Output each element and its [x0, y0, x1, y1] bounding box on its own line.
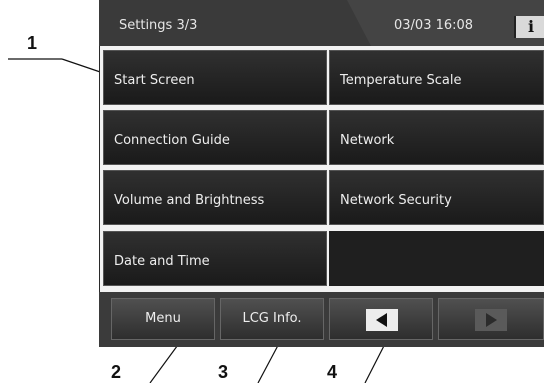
- start-screen-label: Start Screen: [114, 73, 195, 88]
- previous-page-button[interactable]: [329, 298, 433, 340]
- device-screen: Settings 3/3 03/03 16:08 i Start Screen …: [99, 0, 544, 347]
- volume-brightness-label: Volume and Brightness: [114, 193, 265, 208]
- datetime-display: 03/03 16:08: [394, 18, 474, 33]
- info-button[interactable]: i: [514, 16, 544, 38]
- empty-grid-cell: [329, 231, 544, 286]
- page-title: Settings 3/3: [119, 18, 198, 33]
- callout-number-4: 4: [327, 362, 338, 382]
- network-label: Network: [340, 133, 395, 148]
- temperature-scale-label: Temperature Scale: [340, 73, 462, 88]
- callout-number-3: 3: [218, 362, 229, 382]
- triangle-left-icon: [366, 309, 398, 331]
- connection-guide-button[interactable]: Connection Guide: [103, 110, 327, 165]
- callout-number-2: 2: [111, 362, 122, 382]
- network-button[interactable]: Network: [329, 110, 544, 165]
- next-page-button[interactable]: [438, 298, 544, 340]
- connection-guide-label: Connection Guide: [114, 133, 230, 148]
- volume-brightness-button[interactable]: Volume and Brightness: [103, 170, 327, 225]
- bottom-toolbar: Menu LCG Info.: [99, 292, 544, 347]
- menu-button[interactable]: Menu: [111, 298, 215, 340]
- temperature-scale-button[interactable]: Temperature Scale: [329, 50, 544, 105]
- callout-number-1: 1: [27, 33, 38, 53]
- date-time-button[interactable]: Date and Time: [103, 231, 327, 286]
- start-screen-button[interactable]: Start Screen: [103, 50, 327, 105]
- header-bar: Settings 3/3 03/03 16:08 i: [99, 0, 544, 46]
- settings-grid: Start Screen Temperature Scale Connectio…: [100, 46, 544, 292]
- lcg-info-button[interactable]: LCG Info.: [220, 298, 324, 340]
- triangle-right-icon: [475, 309, 507, 331]
- network-security-label: Network Security: [340, 193, 452, 208]
- date-time-label: Date and Time: [114, 254, 210, 269]
- network-security-button[interactable]: Network Security: [329, 170, 544, 225]
